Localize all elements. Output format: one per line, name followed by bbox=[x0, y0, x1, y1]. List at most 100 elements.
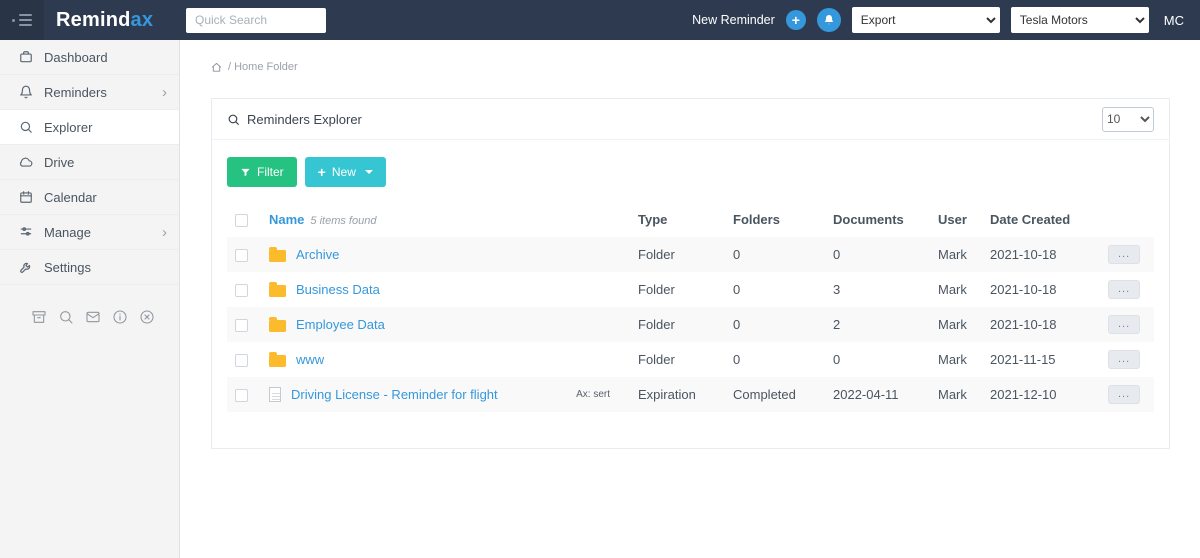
row-folders: 0 bbox=[733, 247, 741, 263]
table-row: www Folder 0 0 Mark 2021-11-15 ... bbox=[227, 342, 1154, 377]
row-date-created: 2021-12-10 bbox=[990, 387, 1057, 403]
sidebar-item-manage[interactable]: Manage › bbox=[0, 215, 179, 250]
logo-text-primary: Remind bbox=[56, 8, 131, 31]
home-icon bbox=[211, 62, 222, 72]
column-header-type[interactable]: Type bbox=[630, 202, 725, 237]
archive-icon[interactable] bbox=[31, 309, 47, 330]
account-select[interactable]: Tesla Motors bbox=[1010, 7, 1149, 33]
column-header-user: User bbox=[938, 212, 967, 228]
plus-icon: + bbox=[791, 12, 800, 28]
user-initials[interactable]: MC bbox=[1164, 13, 1184, 28]
table-row: Archive Folder 0 0 Mark 2021-10-18 ... bbox=[227, 237, 1154, 273]
row-name-link[interactable]: Driving License - Reminder for flight bbox=[291, 387, 498, 402]
new-reminder-label: New Reminder bbox=[692, 13, 775, 27]
sidebar-item-dashboard[interactable]: Dashboard bbox=[0, 40, 179, 75]
sidebar-item-drive[interactable]: Drive bbox=[0, 145, 179, 180]
search-icon bbox=[228, 114, 239, 125]
page-size-select[interactable]: 10 bbox=[1102, 106, 1154, 132]
row-actions-button[interactable]: ... bbox=[1108, 245, 1141, 265]
new-button[interactable]: + New bbox=[304, 157, 386, 187]
mail-icon[interactable] bbox=[85, 309, 101, 330]
search-icon[interactable] bbox=[58, 309, 74, 330]
row-documents: 2 bbox=[833, 317, 841, 333]
top-navbar: Remindax New Reminder + Export Tesla Mot… bbox=[0, 0, 1200, 40]
plus-icon: + bbox=[317, 164, 326, 180]
add-reminder-button[interactable]: + bbox=[785, 10, 806, 30]
select-all-checkbox[interactable] bbox=[235, 214, 248, 228]
row-status[interactable]: Completed bbox=[725, 377, 825, 412]
notifications-button[interactable] bbox=[816, 8, 841, 32]
main-content: / Home Folder Reminders Explorer 10 Filt… bbox=[181, 40, 1200, 558]
row-folders: 0 bbox=[733, 317, 741, 333]
row-folders: 0 bbox=[733, 282, 741, 298]
row-checkbox[interactable] bbox=[235, 249, 248, 263]
card-title: Reminders Explorer bbox=[227, 112, 362, 127]
folder-icon bbox=[269, 281, 286, 297]
quick-search-input[interactable] bbox=[186, 7, 326, 33]
sidebar-item-settings[interactable]: Settings bbox=[0, 250, 179, 285]
sidebar: Dashboard Reminders › Explorer Drive Cal… bbox=[0, 40, 180, 558]
card-header: Reminders Explorer 10 bbox=[212, 99, 1169, 140]
filter-button-label: Filter bbox=[257, 165, 284, 179]
row-actions-button[interactable]: ... bbox=[1108, 350, 1141, 370]
sidebar-label: Reminders bbox=[44, 84, 107, 100]
app-logo[interactable]: Remindax bbox=[56, 9, 186, 32]
row-user: Mark bbox=[938, 247, 967, 263]
sidebar-label: Dashboard bbox=[44, 49, 108, 65]
row-actions-button[interactable]: ... bbox=[1108, 385, 1141, 405]
row-type: Folder bbox=[638, 317, 675, 333]
row-date-created: 2021-11-15 bbox=[990, 352, 1056, 368]
row-name-link[interactable]: www bbox=[296, 352, 324, 367]
breadcrumb-path: / Home Folder bbox=[228, 61, 298, 73]
sidebar-icon-strip bbox=[0, 309, 179, 330]
hamburger-icon bbox=[19, 14, 32, 26]
breadcrumb[interactable]: / Home Folder bbox=[211, 61, 1200, 73]
filter-button[interactable]: Filter bbox=[227, 157, 297, 187]
briefcase-icon bbox=[20, 51, 32, 63]
bell-icon bbox=[824, 15, 834, 25]
sidebar-item-calendar[interactable]: Calendar bbox=[0, 180, 179, 215]
sidebar-label: Explorer bbox=[44, 119, 93, 135]
folder-icon bbox=[269, 351, 286, 367]
row-name-link[interactable]: Business Data bbox=[296, 282, 380, 297]
row-documents: 0 bbox=[833, 247, 841, 263]
navbar-right: New Reminder + Export Tesla Motors MC bbox=[692, 7, 1200, 33]
row-type: Expiration bbox=[638, 387, 696, 403]
row-checkbox[interactable] bbox=[235, 389, 248, 403]
row-badge: Ax: sert bbox=[576, 389, 610, 401]
sidebar-label: Settings bbox=[44, 259, 91, 275]
info-icon[interactable] bbox=[112, 309, 128, 330]
wrench-icon bbox=[20, 262, 31, 273]
row-checkbox[interactable] bbox=[235, 319, 248, 333]
sliders-icon bbox=[20, 227, 32, 236]
column-header-date-created[interactable]: Date Created bbox=[982, 202, 1100, 237]
table-row: Employee Data Folder 0 2 Mark 2021-10-18… bbox=[227, 307, 1154, 343]
row-date-created: 2021-10-18 bbox=[990, 317, 1057, 333]
cloud-icon bbox=[19, 157, 33, 167]
row-checkbox[interactable] bbox=[235, 354, 248, 368]
card-title-text: Reminders Explorer bbox=[247, 111, 362, 127]
sidebar-item-reminders[interactable]: Reminders › bbox=[0, 75, 179, 110]
items-found-label: 5 items found bbox=[310, 215, 377, 228]
sidebar-item-explorer[interactable]: Explorer bbox=[0, 110, 179, 145]
row-actions-button[interactable]: ... bbox=[1108, 280, 1141, 300]
column-header-documents[interactable]: Documents bbox=[825, 202, 930, 237]
reminders-table: Name 5 items found Type Folders Documents… bbox=[227, 202, 1154, 413]
menu-dot-icon bbox=[12, 18, 15, 22]
folder-icon bbox=[269, 246, 286, 262]
export-select[interactable]: Export bbox=[851, 7, 1000, 33]
row-documents: 3 bbox=[833, 282, 841, 298]
row-name-link[interactable]: Employee Data bbox=[296, 317, 385, 332]
row-checkbox[interactable] bbox=[235, 284, 248, 298]
chevron-right-icon: › bbox=[162, 83, 167, 101]
row-folders: 0 bbox=[733, 352, 741, 368]
column-header-name[interactable]: Name bbox=[269, 212, 304, 227]
row-name-link[interactable]: Archive bbox=[296, 247, 339, 262]
close-circle-icon[interactable] bbox=[139, 309, 155, 330]
new-button-label: New bbox=[331, 165, 356, 179]
menu-toggle-button[interactable] bbox=[0, 0, 44, 40]
sidebar-label: Drive bbox=[44, 154, 75, 170]
row-actions-button[interactable]: ... bbox=[1108, 315, 1141, 335]
sidebar-label: Calendar bbox=[44, 189, 97, 205]
card-body: Filter + New Name 5 items found Type Fol… bbox=[212, 140, 1169, 448]
